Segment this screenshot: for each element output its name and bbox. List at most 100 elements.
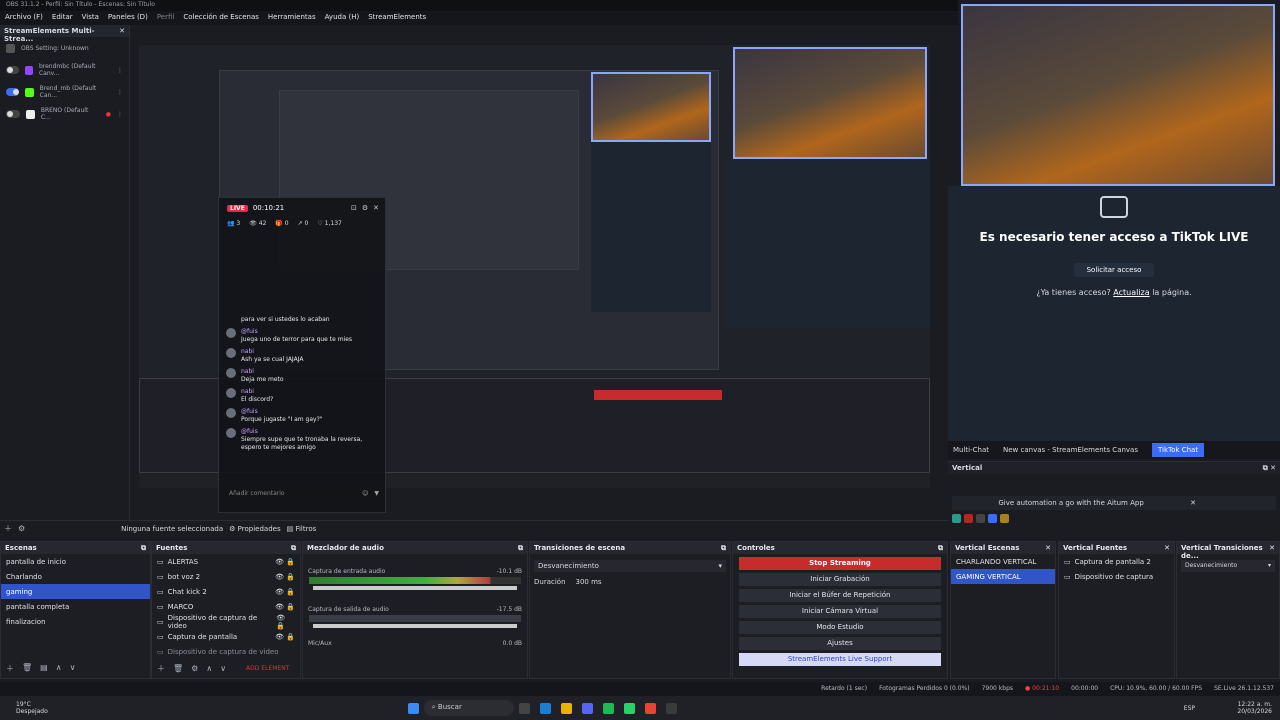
lock-icon[interactable]: ⊡	[351, 204, 357, 212]
duration-input[interactable]: 300 ms	[576, 578, 602, 586]
scene-item[interactable]: Charlando	[1, 569, 150, 584]
gear-icon[interactable]: ⚙	[191, 664, 198, 673]
spotify-icon[interactable]	[602, 702, 614, 714]
scene-item[interactable]: finalizacion	[1, 614, 150, 629]
record-icon[interactable]	[976, 514, 985, 523]
add-element-button[interactable]: ADD ELEMENT	[246, 665, 289, 672]
vertical-scene-item[interactable]: GAMING VERTICAL	[951, 569, 1055, 584]
float-icon[interactable]: ⧉	[141, 544, 146, 552]
add-icon[interactable]: ＋	[4, 523, 12, 534]
trash-icon[interactable]: 🗑	[22, 663, 32, 674]
vertical-source-item[interactable]: ▭ Captura de pantalla 2	[1059, 554, 1174, 569]
float-icon[interactable]: ⧉	[721, 544, 726, 552]
replay-icon[interactable]	[988, 514, 997, 523]
trash-icon[interactable]: 🗑	[173, 664, 183, 673]
source-item[interactable]: ▭ bot voz 2 👁 🔒	[152, 569, 300, 584]
transition-select[interactable]: Desvanecimiento ▾	[534, 560, 726, 572]
edge-icon[interactable]	[539, 702, 551, 714]
menu-coleccion[interactable]: Colección de Escenas	[183, 13, 259, 23]
se-support-button[interactable]: StreamElements Live Support	[739, 653, 941, 666]
float-icon[interactable]: ⧉	[938, 544, 943, 552]
up-icon[interactable]: ∧	[56, 663, 62, 674]
vertical-source-item[interactable]: ▭ Dispositivo de captura	[1059, 569, 1174, 584]
float-icon[interactable]: ⧉	[291, 544, 296, 552]
discord-icon[interactable]	[581, 702, 593, 714]
menu-perfil[interactable]: Perfil	[157, 13, 175, 23]
close-icon[interactable]: ✕	[119, 27, 125, 35]
emoji-icon[interactable]: ☺	[362, 490, 368, 497]
add-icon[interactable]: ＋	[6, 663, 14, 674]
source-item[interactable]: ▭ MARCO 👁 🔒	[152, 599, 300, 614]
filter-icon[interactable]: ▼	[374, 490, 379, 497]
close-icon[interactable]: ✕	[1190, 496, 1196, 510]
source-item[interactable]: ▭ Chat kick 2 👁 🔒	[152, 584, 300, 599]
windows-taskbar: 19°C Despejado ⌕ Buscar 12:22 a. m. 20/03/…	[0, 696, 1280, 720]
vertical-scene-item[interactable]: CHARLANDO VERTICAL	[951, 554, 1055, 569]
refresh-link[interactable]: Actualiza	[1113, 288, 1149, 297]
close-icon[interactable]: ✕	[373, 204, 379, 212]
gear-icon[interactable]: ⚙	[18, 524, 25, 533]
scene-item[interactable]: pantalla completa	[1, 599, 150, 614]
menu-archivo[interactable]: Archivo (F)	[5, 13, 43, 23]
toggle[interactable]	[6, 88, 20, 96]
start-recording-button[interactable]: Iniciar Grabación	[739, 573, 941, 586]
virtual-camera-button[interactable]: Iniciar Cámara Virtual	[739, 605, 941, 618]
properties-button[interactable]: ⚙ Propiedades	[229, 525, 280, 533]
explorer-icon[interactable]	[560, 702, 572, 714]
menu-streamelements[interactable]: StreamElements	[368, 13, 426, 23]
tab-multi-chat[interactable]: Multi-Chat	[953, 446, 989, 454]
menu-ayuda[interactable]: Ayuda (H)	[325, 13, 360, 23]
scene-item[interactable]: gaming	[1, 584, 150, 599]
filter-icon[interactable]: ▤	[40, 663, 48, 674]
more-icon[interactable]: ⋮	[117, 67, 123, 74]
float-icon[interactable]: ⧉	[518, 544, 523, 552]
source-item[interactable]: ▭ Dispositivo de captura de video 👁 🔒	[152, 614, 300, 630]
vertical-transition-select[interactable]: Desvanecimiento ▾	[1181, 560, 1275, 572]
obs-icon[interactable]	[665, 702, 677, 714]
menu-paneles[interactable]: Paneles (D)	[108, 13, 148, 23]
down-icon[interactable]: ∨	[70, 663, 76, 674]
source-item[interactable]: ▭ Captura de pantalla 👁 🔒	[152, 629, 300, 644]
tab-tiktok-chat[interactable]: TikTok Chat	[1152, 443, 1205, 457]
tab-new-canvas[interactable]: New canvas - StreamElements Canvas	[1003, 446, 1138, 454]
toggle[interactable]	[6, 110, 20, 118]
studio-mode-button[interactable]: Modo Estudio	[739, 621, 941, 634]
close-icon[interactable]: ✕	[1269, 544, 1275, 552]
stream-icon[interactable]	[964, 514, 973, 523]
taskbar-search[interactable]: ⌕ Buscar	[423, 700, 514, 716]
menu-vista[interactable]: Vista	[82, 13, 99, 23]
volume-slider[interactable]	[313, 624, 517, 628]
whatsapp-icon[interactable]	[623, 702, 635, 714]
chrome-icon[interactable]	[644, 702, 656, 714]
camera-icon[interactable]	[1000, 514, 1009, 523]
volume-slider[interactable]	[313, 586, 517, 590]
weather-widget[interactable]: 19°C Despejado	[16, 701, 48, 715]
close-icon[interactable]: ⧉ ✕	[1263, 464, 1276, 472]
task-view-icon[interactable]	[518, 702, 530, 714]
windows-start-icon[interactable]	[407, 702, 419, 714]
add-icon[interactable]: ＋	[157, 663, 165, 674]
request-access-button[interactable]: Solicitar acceso	[1074, 263, 1154, 277]
menu-editar[interactable]: Editar	[52, 13, 73, 23]
vertical-icon[interactable]	[952, 514, 961, 523]
scene-item[interactable]: pantalla de inicio	[1, 554, 150, 569]
filters-button[interactable]: ▤ Filtros	[287, 525, 317, 533]
settings-button[interactable]: Ajustes	[739, 637, 941, 650]
down-icon[interactable]: ∨	[220, 664, 226, 673]
language-indicator[interactable]: ESP	[1184, 705, 1195, 712]
up-icon[interactable]: ∧	[206, 664, 212, 673]
close-icon[interactable]: ✕	[1164, 544, 1170, 552]
replay-buffer-button[interactable]: Iniciar el Búfer de Repetición	[739, 589, 941, 602]
stop-streaming-button[interactable]: Stop Streaming	[739, 557, 941, 570]
clock[interactable]: 12:22 a. m. 20/03/2026	[1237, 701, 1272, 715]
settings-icon[interactable]: ⚙	[362, 204, 368, 212]
no-source-label: Ninguna fuente seleccionada	[121, 524, 224, 533]
close-icon[interactable]: ✕	[1045, 544, 1051, 552]
menu-herramientas[interactable]: Herramientas	[268, 13, 316, 23]
more-icon[interactable]: ⋮	[117, 111, 123, 118]
source-item[interactable]: ▭ ALERTAS 👁 🔒	[152, 554, 300, 569]
more-icon[interactable]: ⋮	[117, 89, 123, 96]
toggle[interactable]	[6, 66, 19, 74]
comment-input[interactable]: Añadir comentario ☺ ▼	[225, 486, 379, 500]
source-item[interactable]: ▭ Dispositivo de captura de video	[152, 644, 300, 659]
